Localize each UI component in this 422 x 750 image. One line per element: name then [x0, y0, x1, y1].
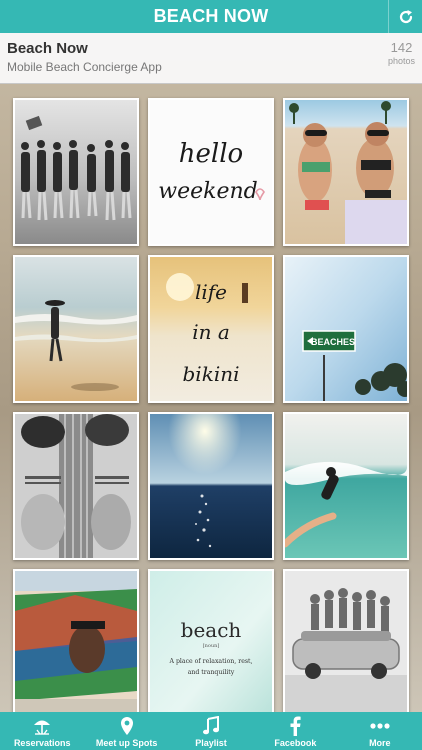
beaches-sign-text: BEACHES	[311, 337, 355, 347]
tab-playlist[interactable]: Playlist	[169, 712, 253, 750]
tab-meet-up-spots[interactable]: Meet up Spots	[84, 712, 168, 750]
tab-reservations[interactable]: Reservations	[0, 712, 84, 750]
tab-facebook[interactable]: Facebook	[253, 712, 337, 750]
tab-more[interactable]: More	[338, 712, 422, 750]
photo-surfer-on-shore	[15, 257, 137, 401]
photo-tile[interactable]: life in a bikini	[148, 255, 274, 403]
photo-tile[interactable]	[283, 569, 409, 717]
album-header: Beach Now Mobile Beach Concierge App 142…	[0, 33, 422, 84]
photo-count-unit: photos	[387, 56, 415, 66]
album-name: Beach Now	[7, 40, 88, 57]
refresh-button[interactable]	[388, 0, 422, 33]
top-bar: BEACH NOW	[0, 0, 422, 33]
photo-tile[interactable]	[283, 98, 409, 246]
photo-tile[interactable]: hello weekend	[148, 98, 274, 246]
more-dots-icon	[370, 715, 390, 737]
photo-life-in-a-bikini: life in a bikini	[150, 257, 272, 401]
photo-hello-weekend: hello weekend	[150, 100, 272, 244]
photo-tile[interactable]	[13, 412, 139, 560]
album-description: Mobile Beach Concierge App	[7, 60, 162, 74]
photo-count: 142 photos	[388, 40, 415, 66]
beach-part-of-speech: [noun]	[203, 643, 220, 649]
beach-umbrella-icon	[32, 715, 52, 737]
tab-reservations-label: Reservations	[13, 738, 71, 748]
photo-tile[interactable]: BEACHES	[283, 255, 409, 403]
photo-count-number: 142	[390, 40, 413, 55]
map-pin-icon	[119, 715, 135, 737]
music-note-icon	[202, 715, 220, 737]
photo-sun-over-ocean	[150, 414, 272, 558]
in-a-text: in a	[192, 320, 230, 344]
photo-beach-definition: beach [noun] A place of relaxation, rest…	[150, 571, 272, 715]
photo-surfer-in-wave	[285, 414, 407, 558]
weekend-text: weekend	[158, 179, 257, 204]
beach-definition-line-1: A place of relaxation, rest,	[169, 658, 253, 665]
photo-venice-mural	[15, 571, 137, 715]
beach-word: beach	[181, 618, 242, 642]
bikini-text: bikini	[183, 362, 240, 386]
photo-two-women-bikinis	[285, 100, 407, 244]
photo-tile[interactable]	[148, 412, 274, 560]
tab-meet-up-spots-label: Meet up Spots	[95, 738, 158, 748]
photo-feet-on-skateboard	[15, 414, 137, 558]
tab-bar: Reservations Meet up Spots Playlist Face…	[0, 712, 422, 750]
hello-text: hello	[179, 139, 243, 169]
photo-tile[interactable]: beach [noun] A place of relaxation, rest…	[148, 569, 274, 717]
photo-beaches-sign: BEACHES	[285, 257, 407, 401]
photo-tile[interactable]	[13, 569, 139, 717]
photo-grid: hello weekend life in a bikini BEACHES b…	[13, 98, 409, 717]
photo-tile[interactable]	[13, 98, 139, 246]
refresh-icon	[399, 9, 412, 23]
photo-vintage-bathing-beauties	[15, 100, 137, 244]
facebook-icon	[289, 715, 302, 737]
tab-facebook-label: Facebook	[274, 738, 317, 748]
tab-playlist-label: Playlist	[195, 738, 227, 748]
tab-more-label: More	[369, 738, 391, 748]
photo-tile[interactable]	[283, 412, 409, 560]
life-text: life	[195, 280, 227, 304]
photo-surfers-on-car	[285, 571, 407, 715]
app-title: BEACH NOW	[153, 6, 269, 26]
photo-tile[interactable]	[13, 255, 139, 403]
beach-definition-line-2: and tranquility	[188, 669, 235, 676]
